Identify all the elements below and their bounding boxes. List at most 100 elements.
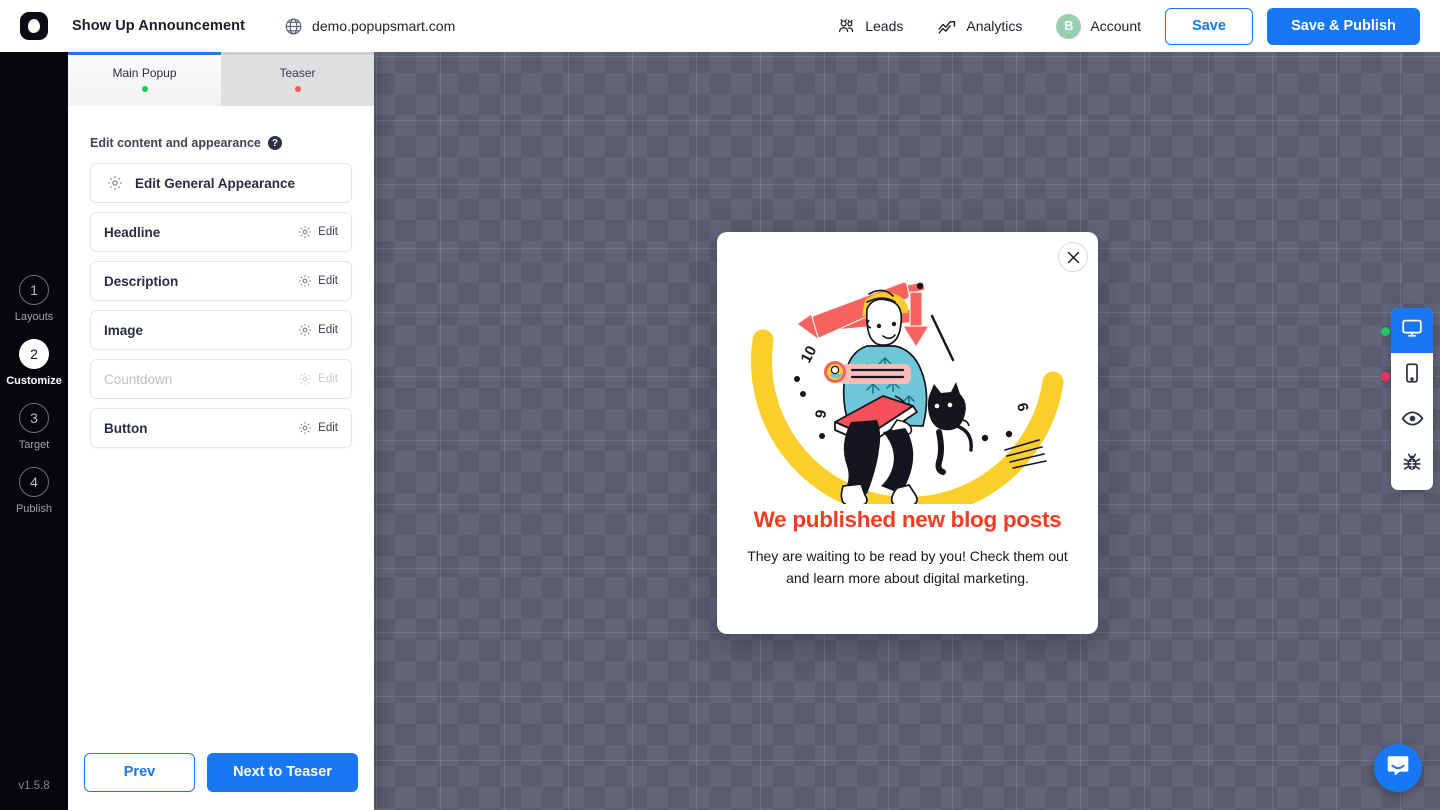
gear-icon [107, 175, 123, 191]
intercom-messenger-icon [1385, 753, 1411, 784]
edit-general-appearance-button[interactable]: Edit General Appearance [90, 163, 352, 203]
analytics-chart-icon [937, 16, 957, 36]
step-number: 2 [19, 339, 49, 369]
site-url-chip[interactable]: demo.popupsmart.com [284, 17, 455, 36]
device-desktop-button[interactable] [1381, 308, 1433, 353]
tab-main-popup-label: Main Popup [112, 66, 177, 80]
svg-text:9: 9 [812, 409, 830, 420]
row-headline[interactable]: Headline Edit [90, 212, 352, 252]
step-rail: 1 Layouts 2 Customize 3 Target 4 Publish… [0, 0, 68, 810]
tab-teaser[interactable]: Teaser [221, 52, 374, 106]
row-countdown-edit: Edit [298, 372, 338, 386]
logo-drop-shape [28, 19, 40, 33]
debug-button[interactable] [1391, 443, 1433, 488]
step-list: 1 Layouts 2 Customize 3 Target 4 Publish [0, 275, 68, 531]
step-label: Layouts [14, 311, 54, 323]
sidebar-item-layouts[interactable]: 1 Layouts [0, 275, 68, 323]
next-to-teaser-button[interactable]: Next to Teaser [207, 752, 358, 792]
step-number: 3 [19, 403, 49, 433]
section-title: Edit content and appearance [90, 136, 261, 150]
row-image-edit[interactable]: Edit [298, 323, 338, 337]
preview-button[interactable] [1391, 398, 1433, 443]
popup-description: They are waiting to be read by you! Chec… [747, 548, 1068, 586]
nav-analytics[interactable]: Analytics [927, 10, 1032, 42]
popup-headline: We published new blog posts [753, 507, 1062, 532]
person-sitting-on-clock-with-cat-and-laptop-illustration: 10 9 6 [717, 254, 1098, 519]
save-button[interactable]: Save [1165, 7, 1253, 45]
device-preview-toolbar [1381, 308, 1433, 490]
device-mobile-button[interactable] [1381, 353, 1433, 398]
eye-preview-icon [1401, 407, 1424, 435]
panel-body: Edit content and appearance ? Edit Gener… [68, 106, 374, 734]
step-number: 4 [19, 467, 49, 497]
row-edit-label: Edit [318, 324, 338, 336]
row-countdown-label: Countdown [104, 371, 173, 387]
step-label: Target [18, 439, 50, 451]
popupsmart-logo-icon [20, 12, 48, 40]
row-edit-label: Edit [318, 275, 338, 287]
row-description-label: Description [104, 273, 179, 289]
row-button[interactable]: Button Edit [90, 408, 352, 448]
intercom-messenger-button[interactable] [1374, 744, 1422, 792]
desktop-status-dot [1381, 327, 1390, 336]
top-bar: Show Up Announcement demo.popupsmart.com [0, 0, 1440, 52]
row-button-edit[interactable]: Edit [298, 421, 338, 435]
app-logo[interactable] [0, 0, 68, 52]
gear-icon [298, 274, 312, 288]
gear-icon [298, 372, 312, 386]
nav-leads-label: Leads [865, 18, 904, 34]
sidebar-item-target[interactable]: 3 Target [0, 403, 68, 451]
row-countdown[interactable]: Countdown Edit [90, 359, 352, 399]
row-headline-edit[interactable]: Edit [298, 225, 338, 239]
avatar: B [1056, 13, 1082, 39]
row-description-edit[interactable]: Edit [298, 274, 338, 288]
row-image-label: Image [104, 322, 144, 338]
nav-account[interactable]: B Account [1046, 8, 1151, 45]
save-and-publish-button[interactable]: Save & Publish [1267, 7, 1420, 45]
mobile-phone-icon [1401, 362, 1423, 389]
bug-debug-icon [1401, 452, 1423, 479]
edit-general-appearance-label: Edit General Appearance [135, 175, 296, 191]
mobile-status-dot [1381, 372, 1390, 381]
row-edit-label: Edit [318, 373, 338, 385]
page-title: Show Up Announcement [72, 18, 246, 34]
question-mark-icon[interactable]: ? [267, 136, 282, 150]
step-number: 1 [19, 275, 49, 305]
row-edit-label: Edit [318, 422, 338, 434]
row-button-label: Button [104, 420, 148, 436]
row-edit-label: Edit [318, 226, 338, 238]
sidebar-item-publish[interactable]: 4 Publish [0, 467, 68, 515]
globe-icon [284, 17, 303, 36]
tab-inactive-indicator [221, 52, 374, 55]
step-label: Publish [15, 503, 53, 515]
tab-main-popup[interactable]: Main Popup [68, 52, 221, 106]
status-badge [294, 86, 301, 92]
nav-analytics-label: Analytics [966, 18, 1023, 34]
svg-text:10: 10 [798, 343, 821, 366]
nav-leads[interactable]: Leads [827, 11, 913, 42]
panel-tabs: Main Popup Teaser [68, 52, 374, 106]
tab-active-indicator [68, 52, 221, 55]
nav-account-label: Account [1090, 18, 1141, 34]
site-url-text: demo.popupsmart.com [312, 18, 456, 34]
sidebar-item-customize[interactable]: 2 Customize [0, 339, 68, 387]
tab-teaser-label: Teaser [279, 66, 316, 80]
editor-panel: Main Popup Teaser Edit content and appea… [68, 52, 374, 810]
row-description[interactable]: Description Edit [90, 261, 352, 301]
popup-preview-card[interactable]: 10 9 6 We published new blog posts They … [717, 232, 1098, 634]
prev-button[interactable]: Prev [84, 752, 195, 792]
gear-icon [298, 421, 312, 435]
desktop-monitor-icon [1401, 317, 1423, 344]
top-bar-actions: Leads Analytics B Account Save Save & Pu… [827, 7, 1440, 45]
svg-text:6: 6 [1013, 401, 1031, 413]
panel-footer: Prev Next to Teaser [68, 734, 374, 810]
row-headline-label: Headline [104, 224, 161, 240]
status-badge [141, 86, 148, 92]
row-image[interactable]: Image Edit [90, 310, 352, 350]
section-header: Edit content and appearance ? [90, 136, 352, 150]
leads-people-icon [837, 17, 856, 36]
gear-icon [298, 323, 312, 337]
version-label: v1.5.8 [18, 780, 50, 792]
step-label: Customize [6, 375, 62, 387]
gear-icon [298, 225, 312, 239]
